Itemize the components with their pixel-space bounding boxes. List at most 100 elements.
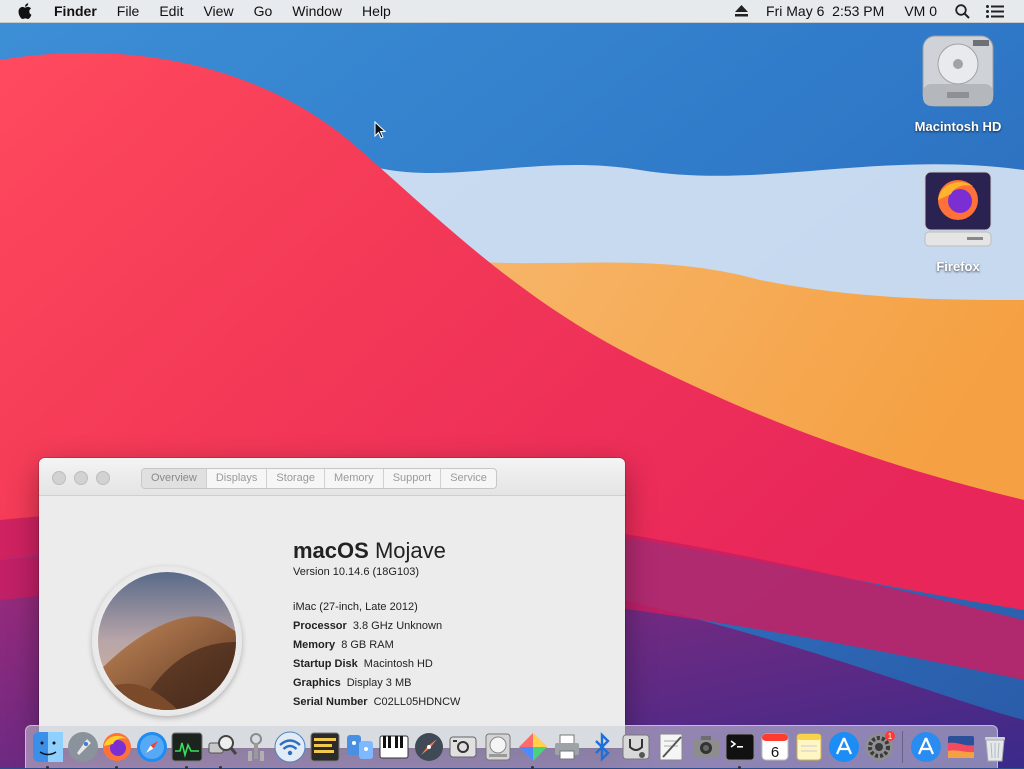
notes-icon xyxy=(796,733,822,761)
menu-edit[interactable]: Edit xyxy=(149,0,193,22)
finder-icon xyxy=(33,732,64,762)
camera-icon xyxy=(692,736,719,757)
apple-menu-icon[interactable] xyxy=(0,3,44,19)
menu-go[interactable]: Go xyxy=(244,0,283,22)
console-warning-icon xyxy=(310,732,340,762)
dock-directory-utility[interactable] xyxy=(413,731,445,763)
spec-key: Memory xyxy=(293,639,336,651)
spotlight-search-icon[interactable] xyxy=(947,3,978,19)
system-information-icon xyxy=(208,735,238,755)
system-info: macOS Mojave Version 10.14.6 (18G103) iM… xyxy=(293,538,460,712)
os-title: macOS Mojave xyxy=(293,538,460,564)
script-editor-icon xyxy=(659,733,683,761)
bluetooth-icon xyxy=(594,732,610,762)
hard-drive-icon xyxy=(922,35,994,107)
stethoscope-icon xyxy=(622,734,650,760)
tab-service[interactable]: Service xyxy=(441,469,496,488)
dock-documents-stack[interactable] xyxy=(945,731,977,763)
disk-utility-icon xyxy=(485,733,511,761)
menu-view[interactable]: View xyxy=(193,0,243,22)
tab-support[interactable]: Support xyxy=(384,469,442,488)
dock-screenshot[interactable] xyxy=(447,731,479,763)
dock-screenshot-utility[interactable] xyxy=(690,731,722,763)
app-store-icon xyxy=(828,732,859,762)
window-titlebar: Overview Displays Storage Memory Support… xyxy=(39,458,625,496)
tab-memory[interactable]: Memory xyxy=(325,469,384,488)
dock-colorsync-utility[interactable] xyxy=(517,731,549,769)
spec-row: Startup Disk Macintosh HD xyxy=(293,655,460,674)
spec-row: Serial Number C02LL05HDNCW xyxy=(293,693,460,712)
spec-key: Serial Number xyxy=(293,696,368,708)
dock-wireless-diagnostics[interactable] xyxy=(274,731,306,763)
dock-launchpad[interactable] xyxy=(67,731,99,763)
dock-downloads-stack[interactable] xyxy=(910,731,942,763)
dock-migration-assistant[interactable] xyxy=(344,731,376,763)
dock-disk-utility[interactable] xyxy=(482,731,514,763)
dock-print-center[interactable] xyxy=(551,731,583,763)
tab-overview[interactable]: Overview xyxy=(142,469,207,488)
spec-key: Graphics xyxy=(293,677,341,689)
dock-safari[interactable] xyxy=(136,731,168,763)
dock-system-preferences[interactable]: 1 xyxy=(863,731,895,763)
tab-storage[interactable]: Storage xyxy=(267,469,325,488)
close-window-button[interactable] xyxy=(52,471,66,485)
dock-separator xyxy=(901,731,903,763)
dock: 6 1 xyxy=(25,725,1006,769)
spec-row: Memory 8 GB RAM xyxy=(293,636,460,655)
menu-file[interactable]: File xyxy=(107,0,150,22)
menu-help[interactable]: Help xyxy=(352,0,401,22)
menu-bar: Finder File Edit View Go Window Help Fri… xyxy=(0,0,1024,23)
keychain-icon xyxy=(247,733,264,761)
dock-script-editor[interactable] xyxy=(655,731,687,763)
dock-activity-monitor[interactable] xyxy=(171,731,203,769)
about-tabs: Overview Displays Storage Memory Support… xyxy=(141,468,497,489)
menubar-clock[interactable]: Fri May 6 2:53 PM xyxy=(756,0,894,22)
spec-key: Processor xyxy=(293,620,347,632)
printer-icon xyxy=(555,734,580,760)
firefox-icon xyxy=(103,733,132,761)
compass-icon xyxy=(414,733,443,761)
dock-finder[interactable] xyxy=(32,731,64,769)
spec-key: Startup Disk xyxy=(293,658,358,670)
dock-console[interactable] xyxy=(309,731,341,763)
dock-trash[interactable] xyxy=(979,731,1011,763)
dock-app-store[interactable] xyxy=(828,731,860,763)
dock-notes[interactable] xyxy=(793,731,825,763)
gear-icon: 1 xyxy=(864,731,895,761)
wifi-icon xyxy=(274,731,306,763)
colorsync-icon xyxy=(518,733,547,761)
spec-value: C02LL05HDNCW xyxy=(373,696,461,708)
menu-finder[interactable]: Finder xyxy=(44,0,107,22)
dock-keychain-access[interactable] xyxy=(240,731,272,763)
dock-system-information[interactable] xyxy=(205,731,238,769)
dock-system-diagnostics[interactable] xyxy=(620,731,652,763)
os-version: Version 10.14.6 (18G103) xyxy=(293,566,460,578)
activity-monitor-icon xyxy=(171,732,203,762)
dock-terminal[interactable] xyxy=(724,731,756,769)
desktop-icon-firefox[interactable]: Firefox xyxy=(903,170,1013,274)
eject-icon[interactable] xyxy=(727,5,756,17)
safari-compass-icon xyxy=(137,732,168,762)
app-store-stack-icon xyxy=(911,732,942,762)
desktop-icon-label: Macintosh HD xyxy=(914,119,1002,134)
dock-midi-setup[interactable] xyxy=(378,731,410,763)
zoom-window-button[interactable] xyxy=(96,471,110,485)
about-this-mac-window: Overview Displays Storage Memory Support… xyxy=(39,458,625,748)
os-name-bold: macOS xyxy=(293,538,369,563)
terminal-icon xyxy=(725,733,755,761)
notification-center-icon[interactable] xyxy=(978,4,1024,18)
minimize-window-button[interactable] xyxy=(74,471,88,485)
desktop-icon-macintosh-hd[interactable]: Macintosh HD xyxy=(903,32,1013,134)
spec-value: Macintosh HD xyxy=(363,658,433,670)
os-name-light: Mojave xyxy=(374,538,446,563)
dock-bluetooth-file-exchange[interactable] xyxy=(586,731,618,763)
tab-displays[interactable]: Displays xyxy=(207,469,268,488)
dock-firefox[interactable] xyxy=(101,731,133,769)
menu-window[interactable]: Window xyxy=(282,0,352,22)
spec-value: 3.8 GHz Unknown xyxy=(352,620,443,632)
dock-calendar[interactable]: 6 xyxy=(759,731,791,763)
menubar-user[interactable]: VM 0 xyxy=(894,0,947,22)
spec-row: Processor 3.8 GHz Unknown xyxy=(293,617,460,636)
calendar-icon: 6 xyxy=(761,733,789,761)
notification-badge: 1 xyxy=(887,732,892,741)
